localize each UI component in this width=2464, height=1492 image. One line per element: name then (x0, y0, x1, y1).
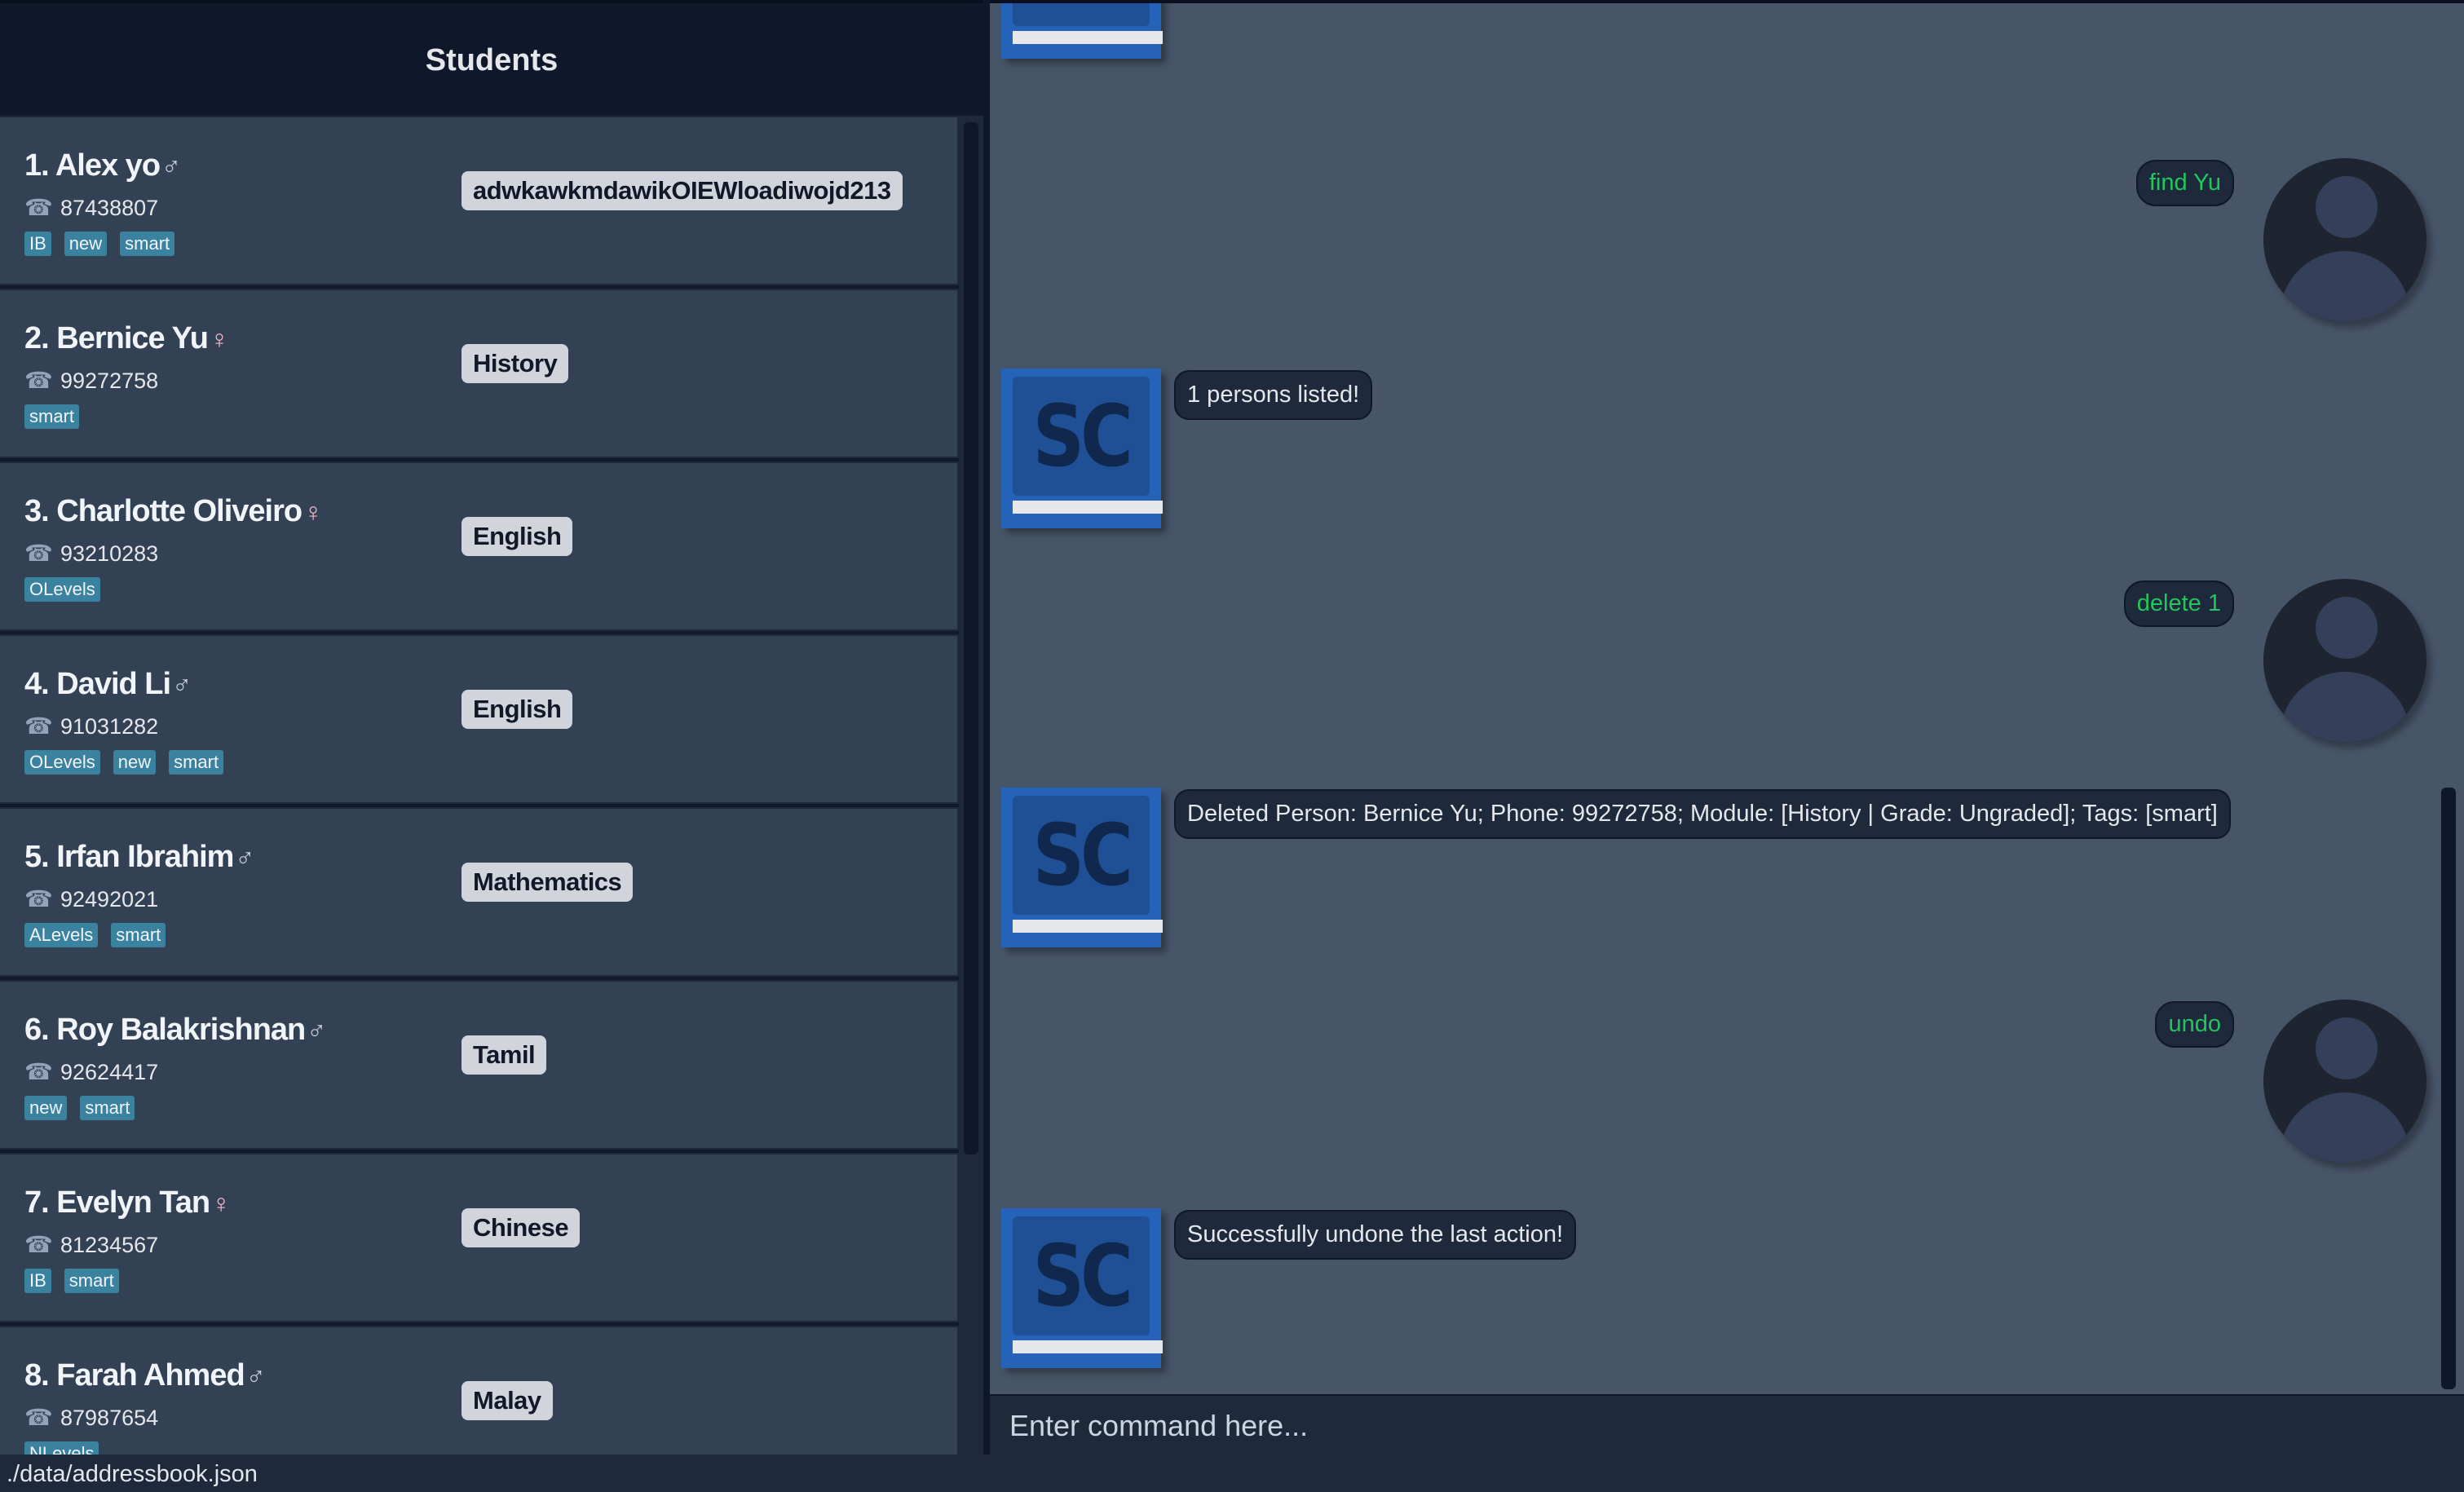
male-icon: ♂ (235, 843, 254, 872)
user-avatar-icon (2263, 158, 2426, 321)
student-name: 4. David Li♂ (24, 667, 192, 701)
sc-logo-icon: SC (1001, 3, 1163, 59)
student-phone: 87987654 (60, 1406, 159, 1430)
command-input[interactable] (1009, 1407, 2444, 1445)
student-tags: smart (24, 404, 79, 429)
student-tags: IB smart (24, 1269, 119, 1293)
phone-icon: ☎ (24, 195, 53, 220)
user-message: undo (2155, 1001, 2234, 1048)
female-icon: ♀ (210, 324, 229, 354)
student-tags: ALevels smart (24, 923, 166, 947)
app-window: Students 1. Alex yo♂ ☎ 87438807 IB new smart a… (0, 0, 2464, 1492)
chat-history[interactable]: SC find Yu SC 1 persons listed! delete 1… (990, 3, 2464, 1394)
student-tags: new smart (24, 1096, 135, 1120)
phone-icon: ☎ (24, 1232, 53, 1257)
data-file-path: ./data/addressbook.json (7, 1461, 258, 1487)
user-message: delete 1 (2123, 580, 2234, 627)
student-tag: new (113, 750, 157, 775)
male-icon: ♂ (307, 1016, 326, 1045)
student-phone: 99272758 (60, 369, 159, 393)
student-list-title: Students (425, 42, 559, 77)
student-tag: smart (64, 1269, 119, 1293)
student-tag: new (24, 1096, 68, 1120)
student-tags: OLevels new smart (24, 750, 224, 775)
student-tag: smart (120, 232, 175, 256)
student-name: 2. Bernice Yu♀ (24, 321, 229, 355)
user-avatar-icon (2263, 579, 2426, 742)
student-card[interactable]: 7. Evelyn Tan♀ ☎ 81234567 IB smart Chinese (0, 1153, 959, 1322)
student-name: 1. Alex yo♂ (24, 148, 181, 183)
bot-message: Successfully undone the last action! (1174, 1210, 1577, 1260)
student-tags: OLevels (24, 577, 100, 602)
status-bar: ./data/addressbook.json (0, 1454, 2464, 1492)
student-module-badge: Malay (461, 1381, 553, 1420)
student-card[interactable]: 1. Alex yo♂ ☎ 87438807 IB new smart adwkawkmda… (0, 116, 959, 285)
student-tag: OLevels (24, 750, 100, 775)
student-module-badge: Chinese (461, 1208, 581, 1247)
student-name: 6. Roy Balakrishnan♂ (24, 1013, 326, 1047)
student-list-panel: Students 1. Alex yo♂ ☎ 87438807 IB new smart a… (0, 0, 983, 1454)
student-list-scrollbar-thumb[interactable] (964, 122, 978, 1154)
user-message: find Yu (2135, 160, 2234, 206)
student-tag: IB (24, 1269, 51, 1293)
phone-icon: ☎ (24, 713, 53, 739)
student-module-badge: Tamil (461, 1035, 547, 1075)
student-name: 5. Irfan Ibrahim♂ (24, 840, 254, 874)
student-module-badge: Mathematics (461, 863, 634, 902)
phone-icon: ☎ (24, 368, 53, 393)
student-phone: 92492021 (60, 887, 159, 912)
student-tag: smart (24, 404, 79, 429)
student-phone: 92624417 (60, 1060, 159, 1084)
split-pane-divider[interactable] (983, 0, 990, 1454)
student-card[interactable]: 4. David Li♂ ☎ 91031282 OLevels new smart Engl… (0, 634, 959, 804)
bot-message: 1 persons listed! (1174, 370, 1373, 420)
student-card[interactable]: 2. Bernice Yu♀ ☎ 99272758 smart History (0, 289, 959, 458)
student-card[interactable]: 6. Roy Balakrishnan♂ ☎ 92624417 new smart Tam… (0, 980, 959, 1150)
student-tag: NLevels (24, 1441, 99, 1454)
student-tags: NLevels (24, 1441, 99, 1454)
chat-scrollbar-thumb[interactable] (2441, 788, 2456, 1389)
phone-icon: ☎ (24, 886, 53, 912)
user-avatar-icon (2263, 1000, 2426, 1163)
female-icon: ♀ (303, 497, 323, 527)
student-name: 8. Farah Ahmed♂ (24, 1358, 266, 1393)
student-tag: OLevels (24, 577, 100, 602)
student-card[interactable]: 3. Charlotte Oliveiro♀ ☎ 93210283 OLevels En… (0, 461, 959, 631)
student-module-badge: English (461, 690, 573, 729)
student-module-badge: History (461, 344, 569, 383)
sc-logo-icon: SC (1001, 369, 1163, 528)
sc-logo-icon: SC (1001, 788, 1163, 947)
student-tags: IB new smart (24, 232, 175, 256)
male-icon: ♂ (245, 1362, 266, 1391)
student-module-badge: adwkawkmdawikOIEWloadiwojd213 (461, 171, 903, 210)
bot-message: Deleted Person: Bernice Yu; Phone: 99272… (1174, 789, 2231, 839)
sc-logo-icon: SC (1001, 1208, 1163, 1368)
student-list[interactable]: 1. Alex yo♂ ☎ 87438807 IB new smart adwkawkmda… (0, 116, 959, 1454)
student-tag: IB (24, 232, 51, 256)
phone-icon: ☎ (24, 1059, 53, 1084)
student-list-header: Students (0, 7, 983, 114)
student-tag: smart (80, 1096, 135, 1120)
male-icon: ♂ (172, 670, 192, 700)
chat-panel: SC find Yu SC 1 persons listed! delete 1… (990, 0, 2464, 1454)
student-phone: 91031282 (60, 714, 159, 739)
student-phone: 81234567 (60, 1233, 159, 1257)
student-name: 7. Evelyn Tan♀ (24, 1185, 231, 1220)
male-icon: ♂ (161, 152, 181, 181)
student-card[interactable]: 8. Farah Ahmed♂ ☎ 87987654 NLevels Malay (0, 1326, 959, 1454)
command-box (990, 1394, 2464, 1454)
student-name: 3. Charlotte Oliveiro♀ (24, 494, 323, 528)
student-tag: new (64, 232, 108, 256)
student-module-badge: English (461, 517, 573, 556)
female-icon: ♀ (211, 1189, 231, 1218)
student-phone: 93210283 (60, 541, 159, 566)
student-card[interactable]: 5. Irfan Ibrahim♂ ☎ 92492021 ALevels smart Ma… (0, 807, 959, 977)
phone-icon: ☎ (24, 1405, 53, 1430)
student-tag: ALevels (24, 923, 99, 947)
student-phone: 87438807 (60, 196, 159, 220)
student-tag: smart (169, 750, 224, 775)
student-tag: smart (111, 923, 166, 947)
phone-icon: ☎ (24, 541, 53, 566)
